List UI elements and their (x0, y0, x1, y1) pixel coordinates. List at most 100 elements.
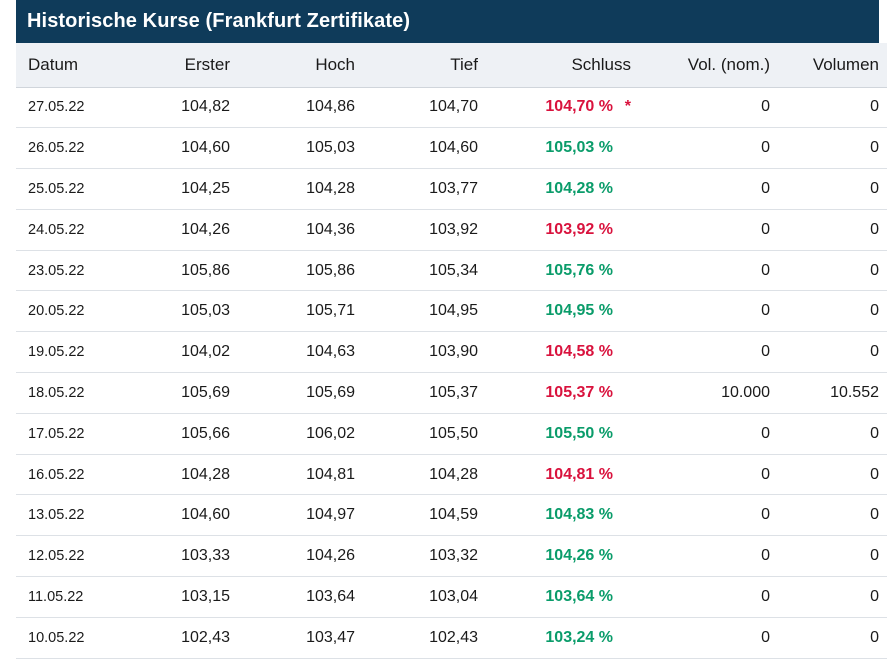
cell-vol-nom: 0 (761, 547, 770, 565)
cell-tief: 105,50 (429, 424, 478, 442)
table-row: 24.05.22 104,26 104,36 103,92 103,92 % 0 0 (16, 209, 887, 251)
cell-schluss: 104,81 % (478, 454, 631, 495)
cell-volumen: 0 (870, 179, 879, 197)
cell-vol-nom: 0 (761, 139, 770, 157)
cell-schluss: 105,76 % (478, 250, 631, 291)
cell-hoch: 105,69 (306, 383, 355, 401)
cell-hoch: 104,28 (306, 179, 355, 197)
column-header-hoch: Hoch (230, 43, 355, 88)
cell-tief: 105,34 (429, 261, 478, 279)
cell-vol-nom: 0 (761, 261, 770, 279)
cell-erster: 105,03 (181, 302, 230, 320)
cell-volumen: 0 (870, 587, 879, 605)
cell-schluss: 103,64 % (478, 577, 631, 618)
cell-erster: 103,15 (181, 587, 230, 605)
cell-datum: 10.05.22 (28, 629, 85, 646)
cell-schluss: 105,03 % (478, 128, 631, 169)
cell-vol-nom: 0 (761, 628, 770, 646)
cell-hoch: 104,97 (306, 506, 355, 524)
cell-vol-nom: 0 (761, 179, 770, 197)
cell-hoch: 103,64 (306, 587, 355, 605)
cell-volumen: 0 (870, 261, 879, 279)
cell-schluss: 104,95 % (478, 291, 631, 332)
cell-schluss: 105,37 % (478, 373, 631, 414)
closing-price-value: 104,70 % (545, 98, 613, 116)
cell-tief: 102,43 (429, 628, 478, 646)
cell-erster: 104,02 (181, 343, 230, 361)
cell-volumen: 0 (870, 628, 879, 646)
cell-vol-nom: 0 (761, 587, 770, 605)
cell-datum: 23.05.22 (28, 262, 85, 279)
cell-volumen: 0 (870, 343, 879, 361)
cell-datum: 27.05.22 (28, 99, 85, 116)
cell-erster: 105,69 (181, 383, 230, 401)
cell-erster: 104,26 (181, 220, 230, 238)
cell-hoch: 105,03 (306, 139, 355, 157)
cell-hoch: 104,81 (306, 465, 355, 483)
cell-volumen: 0 (870, 302, 879, 320)
closing-price-value: 104,28 % (545, 179, 613, 197)
cell-tief: 105,37 (429, 383, 478, 401)
column-header-schluss: Schluss (478, 43, 631, 88)
cell-schluss: 104,28 % (478, 169, 631, 210)
cell-tief: 104,59 (429, 506, 478, 524)
cell-volumen: 0 (870, 139, 879, 157)
closing-price-value: 103,64 % (545, 587, 613, 605)
cell-vol-nom: 0 (761, 98, 770, 116)
cell-schluss: 104,83 % (478, 495, 631, 536)
historical-prices-panel: Historische Kurse (Frankfurt Zertifikate… (16, 0, 887, 659)
cell-tief: 103,32 (429, 547, 478, 565)
table-row: 19.05.22 104,02 104,63 103,90 104,58 % 0 0 (16, 332, 887, 373)
cell-erster: 104,60 (181, 506, 230, 524)
cell-volumen: 0 (870, 506, 879, 524)
table-row: 23.05.22 105,86 105,86 105,34 105,76 % 0 0 (16, 250, 887, 291)
cell-datum: 11.05.22 (28, 588, 84, 605)
cell-tief: 103,92 (429, 220, 478, 238)
table-row: 10.05.22 102,43 103,47 102,43 103,24 % 0 0 (16, 617, 887, 659)
column-header-datum: Datum (16, 43, 158, 88)
table-row: 26.05.22 104,60 105,03 104,60 105,03 % 0 0 (16, 128, 887, 169)
table-body: 27.05.22 104,82 104,86 104,70 104,70 % * 0 0 26.… (16, 87, 887, 659)
table-row: 18.05.22 105,69 105,69 105,37 105,37 % 10.000… (16, 373, 887, 414)
cell-tief: 104,60 (429, 139, 478, 157)
closing-price-value: 105,76 % (545, 261, 613, 279)
cell-erster: 104,25 (181, 179, 230, 197)
cell-volumen: 0 (870, 220, 879, 238)
closing-price-value: 103,92 % (545, 220, 613, 238)
cell-tief: 103,77 (429, 179, 478, 197)
cell-erster: 103,33 (181, 547, 230, 565)
cell-tief: 104,70 (429, 98, 478, 116)
table-row: 27.05.22 104,82 104,86 104,70 104,70 % * 0 0 (16, 87, 887, 128)
cell-erster: 102,43 (181, 628, 230, 646)
cell-hoch: 106,02 (306, 424, 355, 442)
closing-price-value: 103,24 % (545, 628, 613, 646)
cell-vol-nom: 0 (761, 302, 770, 320)
cell-hoch: 103,47 (306, 628, 355, 646)
closing-price-value: 104,83 % (545, 506, 613, 524)
table-row: 12.05.22 103,33 104,26 103,32 104,26 % 0 0 (16, 536, 887, 577)
cell-datum: 20.05.22 (28, 303, 85, 320)
table-row: 16.05.22 104,28 104,81 104,28 104,81 % 0 0 (16, 454, 887, 495)
cell-vol-nom: 0 (761, 424, 770, 442)
historical-prices-table: Datum Erster Hoch Tief Schluss Vol. (nom… (16, 43, 887, 659)
table-row: 17.05.22 105,66 106,02 105,50 105,50 % 0 0 (16, 413, 887, 455)
column-header-erster: Erster (158, 43, 230, 88)
cell-hoch: 104,36 (306, 220, 355, 238)
cell-schluss: 103,92 % (478, 209, 631, 250)
cell-schluss: 105,50 % (478, 413, 631, 454)
cell-volumen: 0 (870, 547, 879, 565)
cell-schluss: 104,70 % * (478, 87, 631, 128)
cell-erster: 104,82 (181, 98, 230, 116)
cell-hoch: 105,86 (306, 261, 355, 279)
cell-vol-nom: 0 (761, 343, 770, 361)
closing-price-value: 105,50 % (545, 424, 613, 442)
table-row: 20.05.22 105,03 105,71 104,95 104,95 % 0 0 (16, 291, 887, 332)
cell-tief: 103,90 (429, 343, 478, 361)
cell-volumen: 10.552 (830, 383, 879, 401)
cell-vol-nom: 0 (761, 220, 770, 238)
cell-hoch: 104,26 (306, 547, 355, 565)
cell-datum: 16.05.22 (28, 466, 85, 483)
cell-datum: 18.05.22 (28, 384, 85, 401)
column-header-vol-nom: Vol. (nom.) (631, 43, 770, 88)
cell-erster: 104,28 (181, 465, 230, 483)
